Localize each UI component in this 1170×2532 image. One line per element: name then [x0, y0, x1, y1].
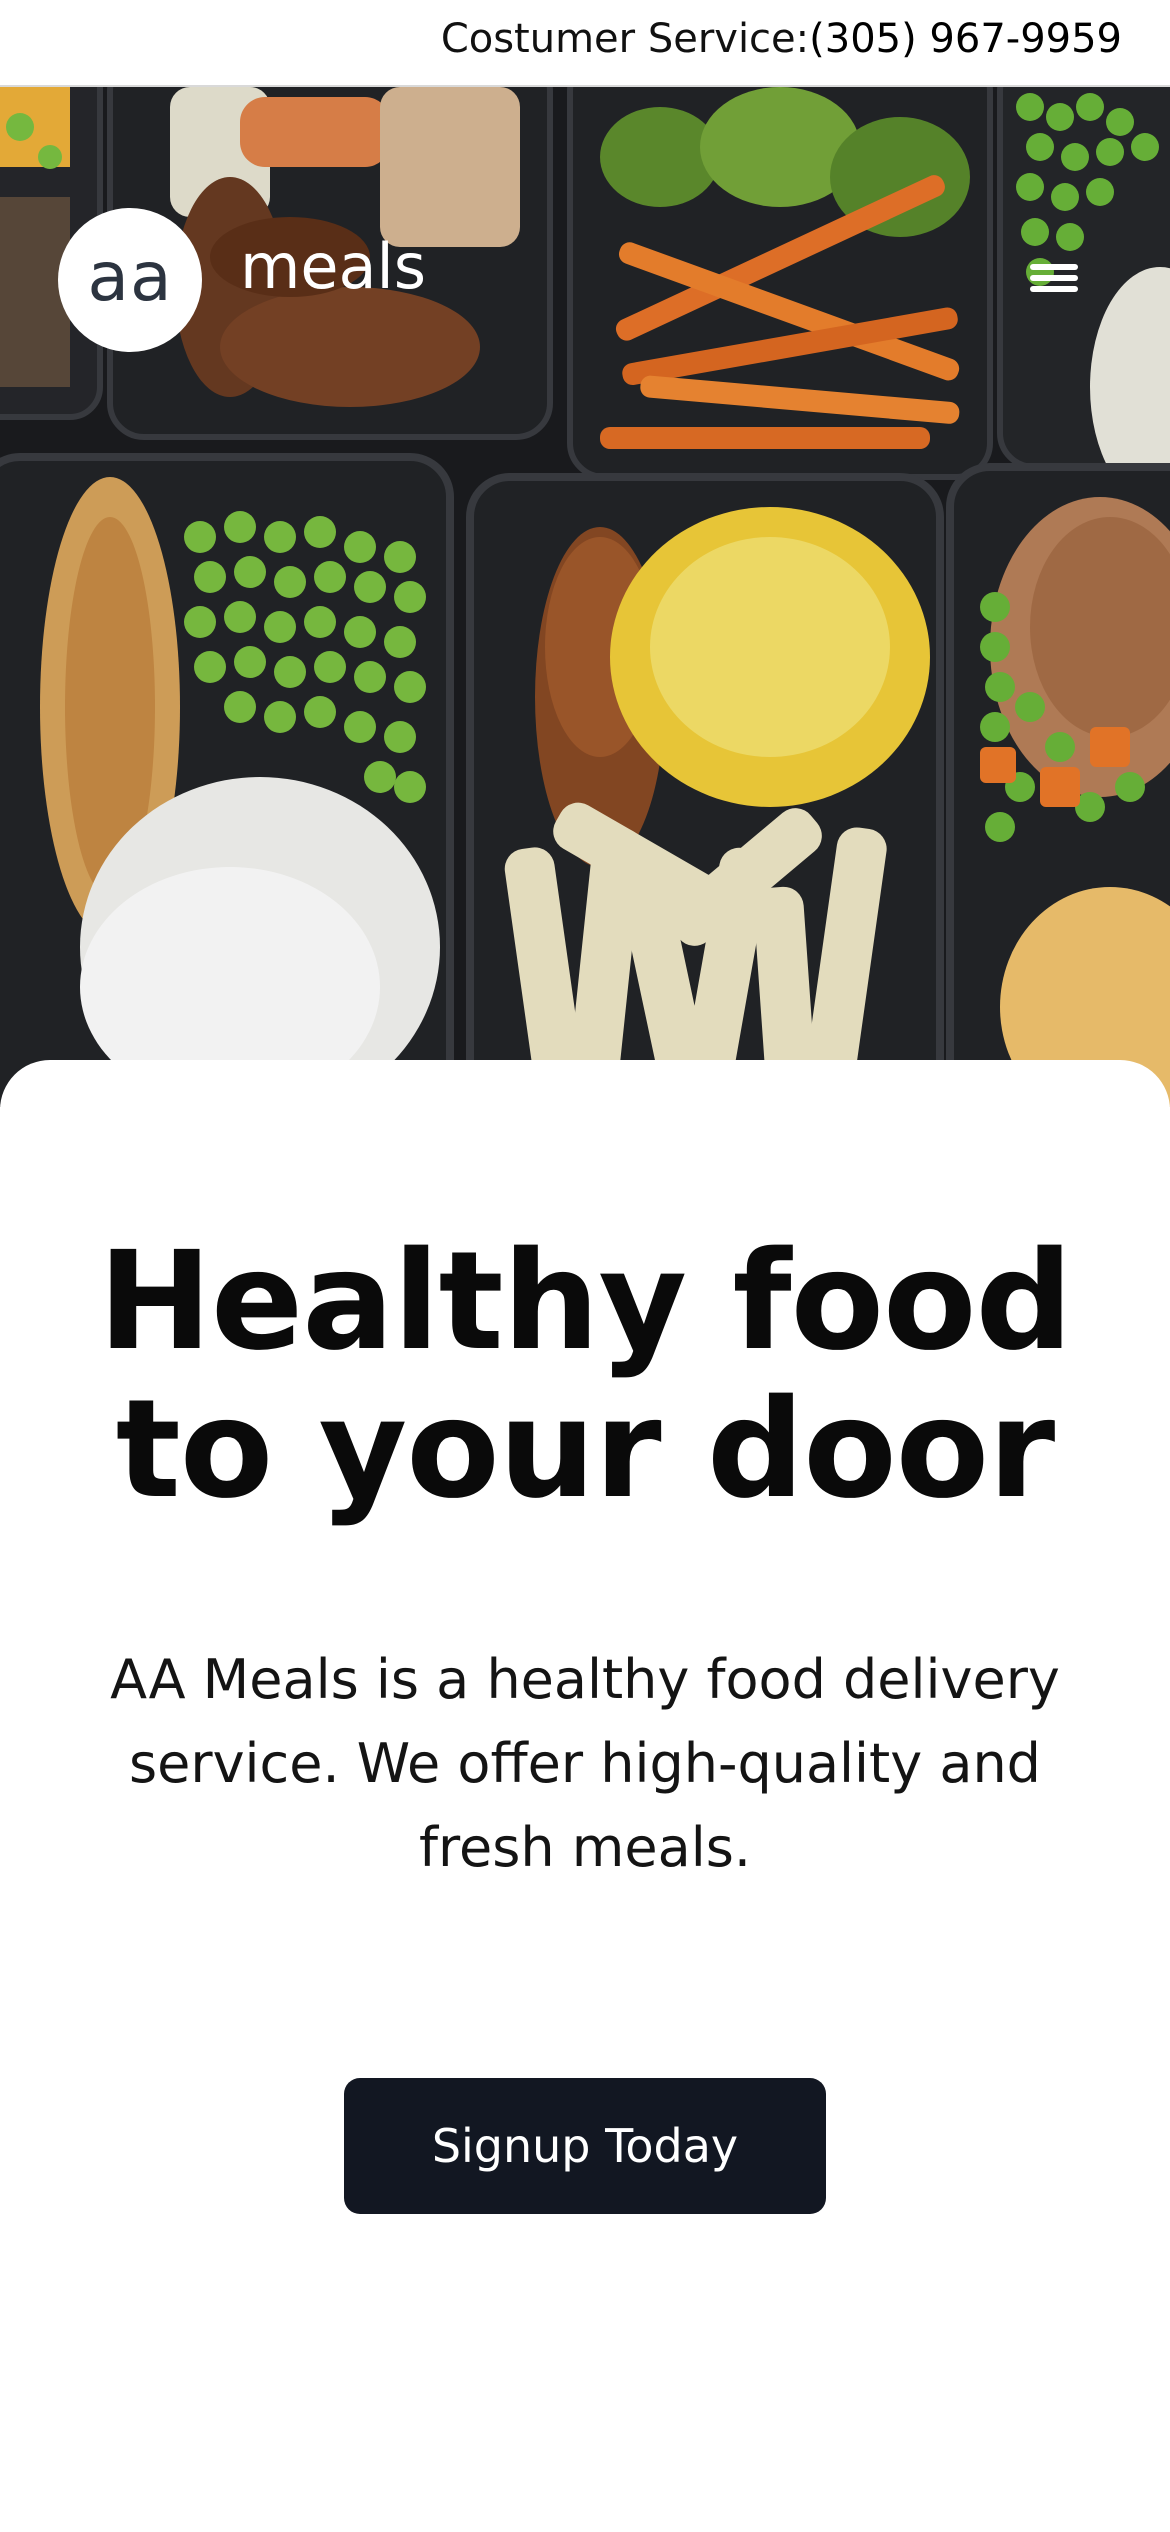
- customer-service: Costumer Service:(305) 967-9959: [441, 16, 1122, 62]
- page-title: Healthy food to your door: [98, 1223, 1073, 1529]
- logo-badge[interactable]: aa: [58, 208, 202, 352]
- page: Costumer Service:(305) 967-9959 aa meals…: [0, 0, 1170, 2532]
- logo-initials: aa: [87, 237, 173, 317]
- top-bar: Costumer Service:(305) 967-9959: [0, 0, 1170, 87]
- content-card: Healthy food to your door AA Meals is a …: [0, 1060, 1170, 2532]
- logo-wordmark[interactable]: meals: [240, 230, 426, 303]
- customer-service-label: Costumer Service:: [440, 16, 810, 62]
- signup-button[interactable]: Signup Today: [344, 2078, 826, 2214]
- description-text: AA Meals is a healthy food delivery serv…: [110, 1648, 1060, 1879]
- menu-bar-line: [1030, 286, 1078, 292]
- menu-bar-line: [1030, 275, 1078, 281]
- hamburger-menu-icon[interactable]: [1026, 258, 1082, 298]
- phone-link[interactable]: (305) 967-9959: [809, 16, 1122, 62]
- menu-bar-line: [1030, 264, 1078, 270]
